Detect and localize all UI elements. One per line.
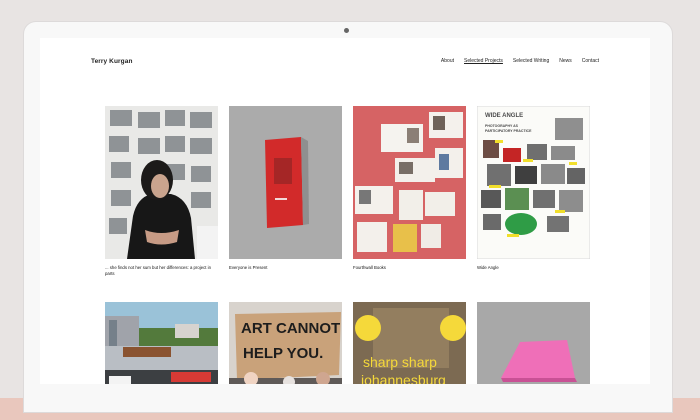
wide-angle-title-text: WIDE ANGLE: [485, 113, 523, 119]
portrait-photo-thumb[interactable]: [105, 106, 218, 259]
nav-selected-writing[interactable]: Selected Writing: [513, 58, 549, 64]
website-screen: Terry Kurgan About Selected Projects Sel…: [40, 38, 650, 384]
pink-book-thumb[interactable]: [477, 302, 590, 384]
nav-contact[interactable]: Contact: [582, 58, 599, 64]
monitor-bezel: Terry Kurgan About Selected Projects Sel…: [24, 22, 672, 412]
waterfront-photo-thumb[interactable]: [105, 302, 218, 384]
protest-sign-line-1: ART CANNOT: [241, 320, 340, 337]
nav-selected-projects[interactable]: Selected Projects: [464, 58, 503, 64]
project-title[interactable]: Fourthwall Books: [353, 265, 466, 271]
red-book-thumb[interactable]: [229, 106, 342, 259]
protest-sign-line-2: HELP YOU.: [243, 345, 323, 362]
wide-angle-subtitle-2: PARTICIPATORY PRACTICE: [485, 129, 532, 133]
protest-sign-thumb[interactable]: ART CANNOT HELP YOU.: [229, 302, 342, 384]
main-nav: About Selected Projects Selected Writing…: [441, 58, 599, 64]
wide-angle-subtitle-1: PHOTOGRAPHY AS: [485, 124, 519, 128]
camera-dot: [344, 28, 349, 33]
nav-about[interactable]: About: [441, 58, 454, 64]
nav-news[interactable]: News: [559, 58, 572, 64]
site-brand[interactable]: Terry Kurgan: [91, 58, 133, 65]
project-title[interactable]: Wide Angle: [477, 265, 590, 271]
sharp-sharp-thumb[interactable]: sharp sharp johannesburg: [353, 302, 466, 384]
sharp-sharp-line-2: johannesburg: [360, 372, 446, 384]
fourthwall-books-thumb[interactable]: [353, 106, 466, 259]
sharp-sharp-line-1: sharp sharp: [363, 354, 437, 370]
project-title[interactable]: ... she finds not her sum but her differ…: [105, 265, 218, 277]
project-title[interactable]: Everyone is Present: [229, 265, 342, 271]
wide-angle-cover-thumb[interactable]: WIDE ANGLE PHOTOGRAPHY AS PARTICIPATORY …: [477, 106, 590, 259]
